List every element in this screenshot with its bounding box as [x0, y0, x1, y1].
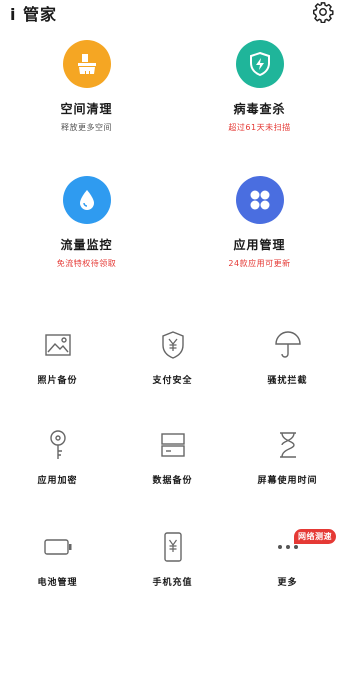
screen-time-label: 屏幕使用时间 [257, 476, 318, 486]
yuan-shield-icon [158, 330, 188, 360]
space-cleanup-sub: 释放更多空间 [61, 123, 112, 132]
battery-manage-button[interactable]: 电池管理 [0, 532, 115, 588]
shield-bolt-icon [235, 40, 284, 88]
battery-icon [43, 532, 73, 562]
virus-scan-button[interactable]: 病毒查杀 超过61天未扫描 [173, 40, 346, 133]
network-speed-badge[interactable]: 网络测速 [294, 529, 336, 544]
hourglass-icon [273, 430, 303, 460]
traffic-monitor-label: 流量监控 [60, 238, 113, 252]
app-manager-label: 应用管理 [233, 238, 286, 252]
data-backup-label: 数据备份 [152, 476, 193, 486]
broom-icon [62, 40, 111, 88]
app-manager-button[interactable]: 应用管理 24款应用可更新 [173, 176, 346, 269]
phone-yuan-icon [158, 532, 188, 562]
payment-security-label: 支付安全 [152, 376, 193, 386]
umbrella-icon [273, 330, 303, 360]
app-title: i 管家 [10, 5, 58, 24]
more-label: 更多 [277, 578, 298, 588]
key-icon [43, 430, 73, 460]
apps-grid-icon [235, 176, 284, 224]
database-icon [158, 430, 188, 460]
phone-recharge-button[interactable]: 手机充值 [115, 532, 230, 588]
photo-backup-label: 照片备份 [37, 376, 78, 386]
space-cleanup-button[interactable]: 空间清理 释放更多空间 [0, 40, 173, 133]
app-manager-sub: 24款应用可更新 [228, 259, 291, 268]
app-encrypt-label: 应用加密 [37, 476, 78, 486]
traffic-monitor-button[interactable]: 流量监控 免流特权待领取 [0, 176, 173, 269]
screen-time-button[interactable]: 屏幕使用时间 [230, 430, 345, 486]
battery-manage-label: 电池管理 [37, 578, 78, 588]
space-cleanup-label: 空间清理 [60, 102, 113, 116]
data-backup-button[interactable]: 数据备份 [115, 430, 230, 486]
virus-scan-sub: 超过61天未扫描 [228, 123, 291, 132]
app-encrypt-button[interactable]: 应用加密 [0, 430, 115, 486]
photo-icon [43, 330, 73, 360]
harass-block-label: 骚扰拦截 [267, 376, 308, 386]
header: i 管家 [0, 0, 346, 26]
traffic-monitor-sub: 免流特权待领取 [56, 259, 117, 268]
virus-scan-label: 病毒查杀 [233, 102, 286, 116]
water-drop-icon [62, 176, 111, 224]
payment-security-button[interactable]: 支付安全 [115, 330, 230, 386]
harass-block-button[interactable]: 骚扰拦截 [230, 330, 345, 386]
phone-recharge-label: 手机充值 [152, 578, 193, 588]
gear-icon[interactable] [312, 1, 334, 23]
photo-backup-button[interactable]: 照片备份 [0, 330, 115, 386]
